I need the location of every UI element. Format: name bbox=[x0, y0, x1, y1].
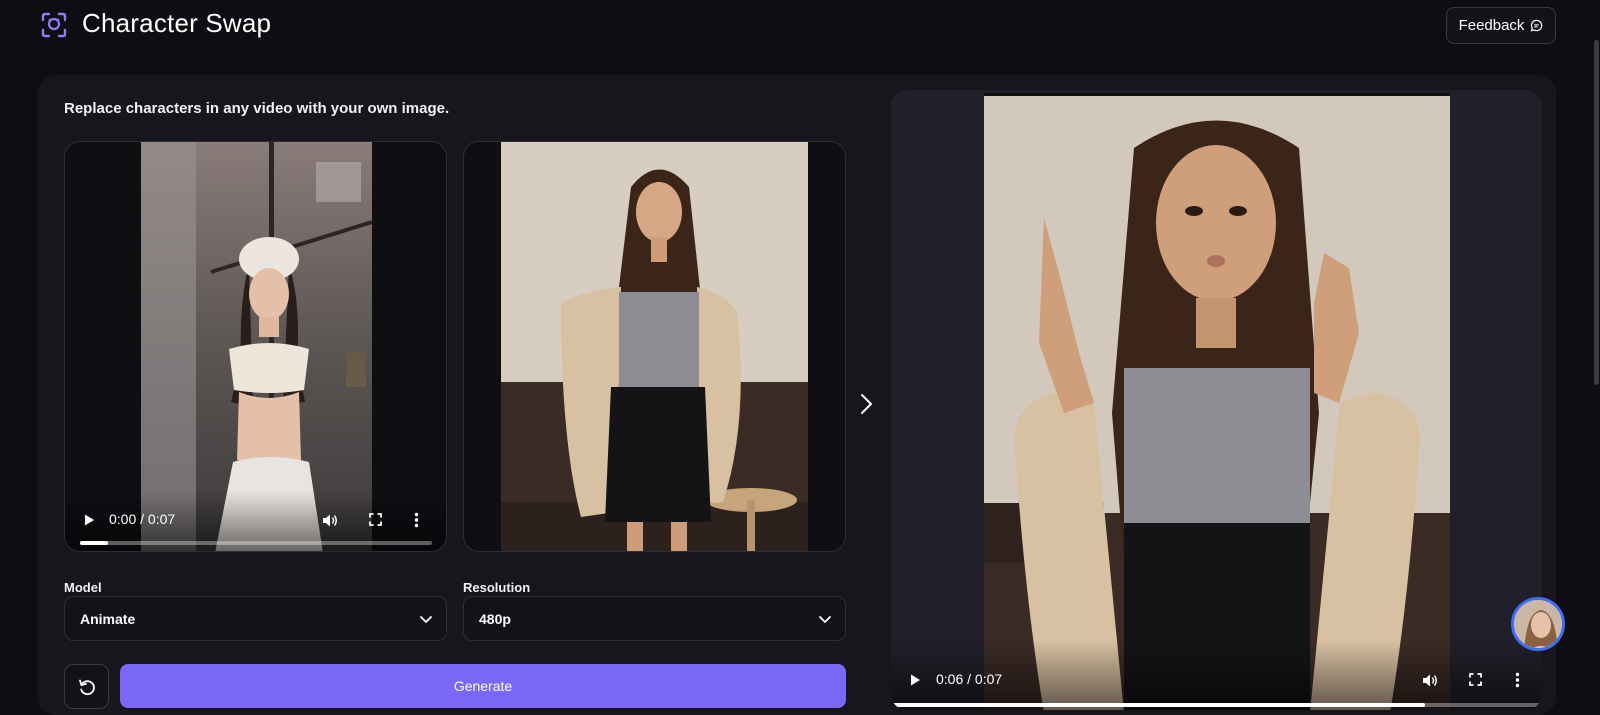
resolution-label: Resolution bbox=[463, 580, 531, 595]
fullscreen-icon[interactable] bbox=[369, 513, 382, 526]
result-progress-bar[interactable] bbox=[891, 703, 1542, 707]
feedback-button[interactable]: Feedback bbox=[1446, 7, 1556, 44]
reset-button[interactable] bbox=[64, 664, 109, 709]
video-controls: 0:00 / 0:07 bbox=[65, 491, 446, 551]
face-scan-icon bbox=[41, 12, 67, 38]
scrollbar-thumb[interactable] bbox=[1594, 40, 1599, 385]
resolution-value: 480p bbox=[479, 611, 511, 627]
source-video-card[interactable]: 0:00 / 0:07 bbox=[64, 141, 447, 552]
video-progress-bar[interactable] bbox=[80, 541, 432, 545]
reference-image-card[interactable] bbox=[463, 141, 846, 552]
resolution-select[interactable]: 480p bbox=[463, 596, 846, 641]
more-vertical-icon[interactable] bbox=[1515, 672, 1520, 688]
video-progress-fill bbox=[80, 541, 109, 545]
generate-button[interactable]: Generate bbox=[120, 664, 846, 708]
result-video-time: 0:06 / 0:07 bbox=[936, 671, 1003, 687]
chevron-right-icon[interactable] bbox=[856, 392, 876, 416]
top-bar: Character Swap Feedback bbox=[0, 0, 1600, 64]
page-subtitle: Replace characters in any video with you… bbox=[64, 100, 450, 117]
app-title: Character Swap bbox=[82, 8, 272, 38]
assistant-avatar[interactable] bbox=[1511, 597, 1565, 651]
chevron-down-icon bbox=[819, 616, 831, 623]
result-video-panel[interactable]: 0:06 / 0:07 bbox=[891, 90, 1542, 710]
reference-image-frame[interactable] bbox=[501, 142, 808, 551]
reset-icon bbox=[78, 679, 95, 695]
result-video-frame[interactable] bbox=[984, 93, 1450, 710]
volume-icon[interactable] bbox=[1422, 673, 1438, 688]
model-select[interactable]: Animate bbox=[64, 596, 447, 641]
result-progress-fill bbox=[891, 703, 1425, 707]
model-label: Model bbox=[64, 580, 102, 595]
reference-image bbox=[501, 142, 808, 551]
play-icon[interactable] bbox=[908, 673, 922, 687]
more-vertical-icon[interactable] bbox=[414, 512, 419, 528]
fullscreen-icon[interactable] bbox=[1469, 673, 1482, 686]
avatar-image bbox=[1514, 600, 1562, 648]
play-icon[interactable] bbox=[82, 513, 96, 527]
volume-icon[interactable] bbox=[322, 513, 338, 528]
result-video-controls: 0:06 / 0:07 bbox=[891, 640, 1542, 710]
page-scrollbar[interactable] bbox=[1592, 0, 1600, 699]
model-value: Animate bbox=[80, 611, 136, 627]
video-time: 0:00 / 0:07 bbox=[109, 511, 176, 527]
feedback-label: Feedback bbox=[1458, 17, 1525, 34]
chat-bubble-icon bbox=[1531, 19, 1543, 32]
chevron-down-icon bbox=[420, 616, 432, 623]
result-video-thumbnail bbox=[984, 93, 1450, 710]
